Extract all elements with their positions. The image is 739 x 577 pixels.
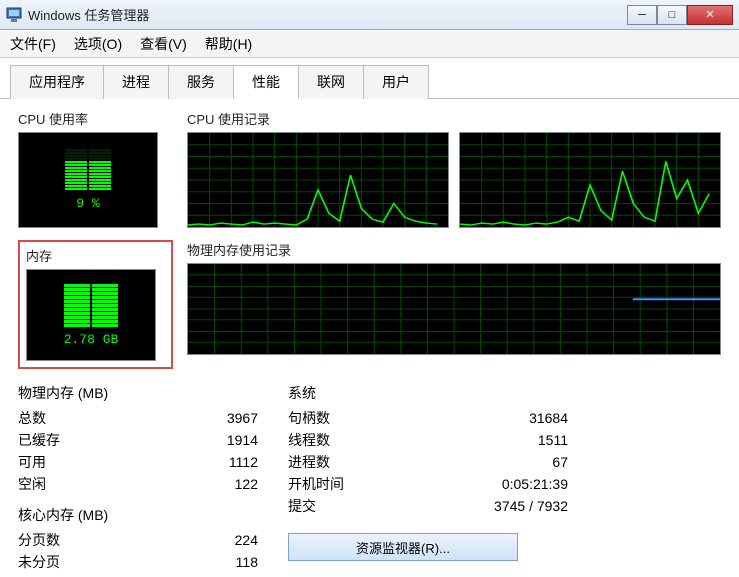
- uptime-value: 0:05:21:39: [502, 473, 568, 495]
- physical-memory-title: 物理内存 (MB): [18, 383, 258, 403]
- commit-label: 提交: [288, 495, 316, 517]
- minimize-button[interactable]: ─: [627, 5, 657, 25]
- cpu-history-graph-1: [187, 132, 449, 228]
- processes-label: 进程数: [288, 451, 330, 473]
- cpu-usage-section: CPU 使用率 9 %: [18, 109, 173, 228]
- phys-free-label: 空闲: [18, 473, 46, 495]
- phys-cached-value: 1914: [227, 429, 258, 451]
- menu-options[interactable]: 选项(O): [74, 34, 122, 54]
- commit-value: 3745 / 7932: [494, 495, 568, 517]
- kernel-memory-title: 核心内存 (MB): [18, 505, 258, 525]
- tab-performance[interactable]: 性能: [233, 65, 299, 99]
- memory-section: 内存 2.78 GB: [18, 240, 173, 369]
- menubar: 文件(F) 选项(O) 查看(V) 帮助(H): [0, 30, 739, 58]
- maximize-button[interactable]: □: [657, 5, 687, 25]
- cpu-usage-value: 9 %: [76, 196, 99, 211]
- cpu-usage-label: CPU 使用率: [18, 109, 173, 128]
- tab-users[interactable]: 用户: [363, 65, 429, 99]
- phys-available-value: 1112: [229, 451, 258, 473]
- memory-value: 2.78 GB: [64, 332, 119, 347]
- performance-panel: CPU 使用率 9 % CPU 使用记录: [0, 99, 739, 577]
- right-stats-column: 系统 句柄数 31684 线程数 1511 进程数 67 开机时间 0:05:21:39…: [288, 383, 568, 573]
- kernel-memory-group: 核心内存 (MB) 分页数224 未分页118: [18, 505, 258, 573]
- tab-processes[interactable]: 进程: [103, 65, 169, 99]
- cpu-history-section: CPU 使用记录: [187, 109, 721, 228]
- tab-services[interactable]: 服务: [168, 65, 234, 99]
- menu-view[interactable]: 查看(V): [140, 34, 187, 54]
- system-title: 系统: [288, 383, 568, 403]
- tab-applications[interactable]: 应用程序: [10, 65, 104, 99]
- phys-available-label: 可用: [18, 451, 46, 473]
- phys-total-label: 总数: [18, 407, 46, 429]
- processes-value: 67: [552, 451, 568, 473]
- menu-file[interactable]: 文件(F): [10, 34, 56, 54]
- tab-strip: 应用程序 进程 服务 性能 联网 用户: [0, 58, 739, 99]
- close-button[interactable]: ✕: [687, 5, 733, 25]
- cpu-history-label: CPU 使用记录: [187, 109, 721, 128]
- system-group: 系统 句柄数 31684 线程数 1511 进程数 67 开机时间 0:05:21:39…: [288, 383, 568, 517]
- resource-monitor-button[interactable]: 资源监视器(R)...: [288, 533, 518, 561]
- handles-label: 句柄数: [288, 407, 330, 429]
- cpu-history-graph-2: [459, 132, 721, 228]
- threads-label: 线程数: [288, 429, 330, 451]
- uptime-label: 开机时间: [288, 473, 344, 495]
- tab-networking[interactable]: 联网: [298, 65, 364, 99]
- window-title: Windows 任务管理器: [28, 5, 627, 24]
- memory-gauge: 2.78 GB: [26, 269, 156, 361]
- kernel-paged-label: 分页数: [18, 529, 60, 551]
- handles-value: 31684: [529, 407, 568, 429]
- titlebar: Windows 任务管理器 ─ □ ✕: [0, 0, 739, 30]
- menu-help[interactable]: 帮助(H): [205, 34, 252, 54]
- physical-memory-group: 物理内存 (MB) 总数 3967 已缓存 1914 可用 1112 空闲 122: [18, 383, 258, 495]
- memory-history-label: 物理内存使用记录: [187, 240, 721, 259]
- left-stats-column: 物理内存 (MB) 总数 3967 已缓存 1914 可用 1112 空闲 122 核心…: [18, 383, 258, 573]
- memory-history-graph: [187, 263, 721, 355]
- phys-cached-label: 已缓存: [18, 429, 60, 451]
- window-buttons: ─ □ ✕: [627, 5, 733, 25]
- memory-label: 内存: [26, 246, 165, 265]
- phys-free-value: 122: [235, 473, 258, 495]
- memory-highlight-frame: 内存 2.78 GB: [18, 240, 173, 369]
- threads-value: 1511: [538, 429, 568, 451]
- phys-total-value: 3967: [227, 407, 258, 429]
- kernel-paged-value: 224: [235, 529, 258, 551]
- app-icon: [6, 7, 22, 23]
- memory-history-section: 物理内存使用记录: [187, 240, 721, 369]
- cpu-usage-gauge: 9 %: [18, 132, 158, 228]
